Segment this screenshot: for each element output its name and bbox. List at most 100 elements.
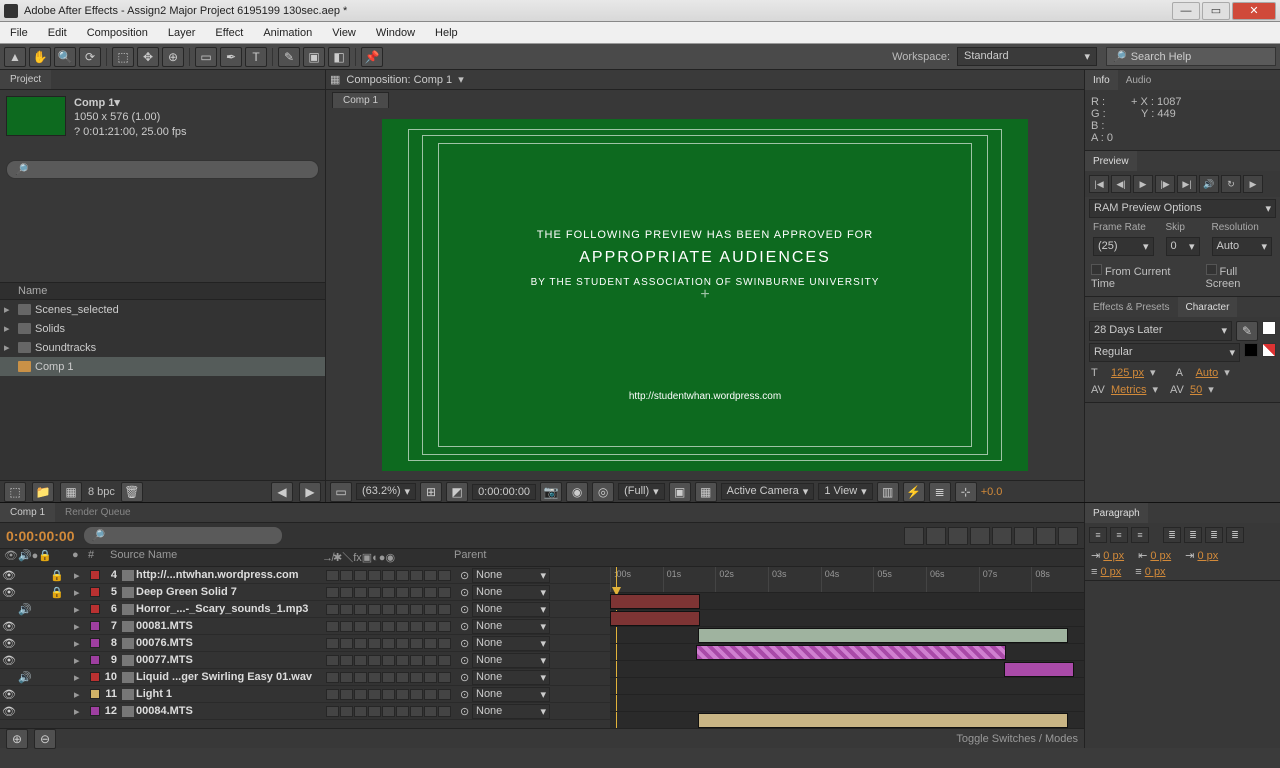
menu-layer[interactable]: Layer: [158, 22, 206, 43]
hand-tool[interactable]: ✋: [29, 47, 51, 67]
stamp-tool[interactable]: ▣: [303, 47, 325, 67]
justify-all-button[interactable]: ≣: [1226, 527, 1244, 543]
maximize-button[interactable]: ▭: [1202, 2, 1230, 20]
mute-button[interactable]: 🔊: [1199, 175, 1219, 193]
zoom-select[interactable]: (63.2%)▾: [356, 483, 416, 500]
tl-3d[interactable]: [1014, 527, 1034, 545]
parent-select[interactable]: None▾: [472, 585, 550, 600]
composition-viewer[interactable]: + THE FOLLOWING PREVIEW HAS BEEN APPROVE…: [326, 110, 1084, 480]
rotate-tool[interactable]: ⟳: [79, 47, 101, 67]
bpc-label[interactable]: 8 bpc: [88, 486, 115, 498]
parent-select[interactable]: None▾: [472, 670, 550, 685]
style-select[interactable]: Regular▾: [1089, 343, 1240, 362]
fill-color[interactable]: [1262, 321, 1276, 335]
parent-select[interactable]: None▾: [472, 636, 550, 651]
tl-opt8[interactable]: [1058, 527, 1078, 545]
last-frame-button[interactable]: ▶|: [1177, 175, 1197, 193]
timeline-search[interactable]: 🔎: [83, 526, 283, 545]
tl-fx[interactable]: [992, 527, 1012, 545]
brush-tool[interactable]: ✎: [278, 47, 300, 67]
stroke-color[interactable]: [1244, 343, 1258, 357]
menu-help[interactable]: Help: [425, 22, 468, 43]
flowchart-icon[interactable]: ⊹: [955, 482, 977, 502]
indent-left[interactable]: 0 px: [1103, 550, 1124, 562]
tab-preview[interactable]: Preview: [1085, 151, 1137, 171]
project-search[interactable]: 🔎: [6, 160, 319, 179]
transparency-icon[interactable]: ▦: [695, 482, 717, 502]
layer-row[interactable]: 🔊▸10Liquid ...ger Swirling Easy 01.wav⊙N…: [0, 669, 610, 686]
tab-audio[interactable]: Audio: [1118, 70, 1160, 90]
comp-tab[interactable]: Comp 1: [332, 92, 389, 108]
space-after[interactable]: 0 px: [1145, 566, 1166, 578]
menu-view[interactable]: View: [322, 22, 366, 43]
parent-select[interactable]: None▾: [472, 602, 550, 617]
tl-foot2[interactable]: ⊖: [34, 729, 56, 749]
parent-select[interactable]: None▾: [472, 704, 550, 719]
visibility-toggle[interactable]: 👁: [2, 637, 16, 650]
interpret-icon[interactable]: ⬚: [4, 482, 26, 502]
indent-first[interactable]: 0 px: [1150, 550, 1171, 562]
space-before[interactable]: 0 px: [1100, 566, 1121, 578]
layer-row[interactable]: 👁🔒▸4http://...ntwhan.wordpress.com⊙None▾: [0, 567, 610, 584]
scroll-left-icon[interactable]: ◀: [271, 482, 293, 502]
menu-effect[interactable]: Effect: [205, 22, 253, 43]
parent-select[interactable]: None▾: [472, 619, 550, 634]
timeline-tab-render-queue[interactable]: Render Queue: [55, 503, 141, 522]
toggle-switches[interactable]: Toggle Switches / Modes: [956, 733, 1078, 745]
mask-icon[interactable]: ◩: [446, 482, 468, 502]
lock-icon[interactable]: 🔒: [50, 569, 64, 582]
leading-value[interactable]: Auto: [1196, 367, 1219, 379]
menu-edit[interactable]: Edit: [38, 22, 77, 43]
resolution-select[interactable]: (Full)▾: [618, 483, 665, 500]
views-select[interactable]: 1 View▾: [818, 483, 872, 500]
project-item[interactable]: ▸Solids: [0, 319, 325, 338]
exposure-value[interactable]: +0.0: [981, 486, 1003, 498]
layer-row[interactable]: 👁🔒▸5Deep Green Solid 7⊙None▾: [0, 584, 610, 601]
fast-preview-icon[interactable]: ⚡: [903, 482, 925, 502]
project-item[interactable]: Comp 1: [0, 357, 325, 376]
visibility-toggle[interactable]: 👁: [2, 705, 16, 718]
fullscreen-checkbox[interactable]: [1206, 264, 1217, 275]
parent-select[interactable]: None▾: [472, 653, 550, 668]
indent-right[interactable]: 0 px: [1197, 550, 1218, 562]
menu-window[interactable]: Window: [366, 22, 425, 43]
project-panel-tab[interactable]: Project: [0, 70, 51, 89]
justify-center-button[interactable]: ≣: [1184, 527, 1202, 543]
tl-foot1[interactable]: ⊕: [6, 729, 28, 749]
layer-row[interactable]: 👁▸900077.MTS⊙None▾: [0, 652, 610, 669]
anchor-tool[interactable]: ⊕: [162, 47, 184, 67]
snapshot-icon[interactable]: 📷: [540, 482, 562, 502]
ram-preview-button[interactable]: ▶: [1243, 175, 1263, 193]
column-name[interactable]: Name: [18, 285, 47, 297]
font-select[interactable]: 28 Days Later▾: [1089, 321, 1232, 341]
channel-icon[interactable]: ◉: [566, 482, 588, 502]
first-frame-button[interactable]: |◀: [1089, 175, 1109, 193]
framerate-select[interactable]: (25)▾: [1093, 237, 1154, 256]
parent-select[interactable]: None▾: [472, 687, 550, 702]
audio-toggle[interactable]: 🔊: [18, 671, 32, 684]
pen-tool[interactable]: ✒: [220, 47, 242, 67]
text-tool[interactable]: T: [245, 47, 267, 67]
pan-tool[interactable]: ✥: [137, 47, 159, 67]
puppet-tool[interactable]: 📌: [361, 47, 383, 67]
tab-character[interactable]: Character: [1178, 297, 1238, 317]
camera-select[interactable]: Active Camera▾: [721, 483, 815, 500]
layer-row[interactable]: 👁▸1200084.MTS⊙None▾: [0, 703, 610, 720]
tl-opt2[interactable]: [926, 527, 946, 545]
channel2-icon[interactable]: ◎: [592, 482, 614, 502]
magnify-icon[interactable]: ▭: [330, 482, 352, 502]
tl-blur[interactable]: [970, 527, 990, 545]
audio-toggle[interactable]: 🔊: [18, 603, 32, 616]
safe-zone-icon[interactable]: ⊞: [420, 482, 442, 502]
visibility-toggle[interactable]: 👁: [2, 688, 16, 701]
timeline-icon[interactable]: ≣: [929, 482, 951, 502]
scroll-right-icon[interactable]: ▶: [299, 482, 321, 502]
align-left-button[interactable]: ≡: [1089, 527, 1107, 543]
delete-icon[interactable]: 🗑: [121, 482, 143, 502]
zoom-tool[interactable]: 🔍: [54, 47, 76, 67]
play-button[interactable]: ▶: [1133, 175, 1153, 193]
tracking-value[interactable]: 50: [1190, 384, 1202, 396]
minimize-button[interactable]: —: [1172, 2, 1200, 20]
timeline-tracks[interactable]: :00s01s02s03s04s05s06s07s08s: [610, 567, 1084, 728]
selection-tool[interactable]: ▲: [4, 47, 26, 67]
